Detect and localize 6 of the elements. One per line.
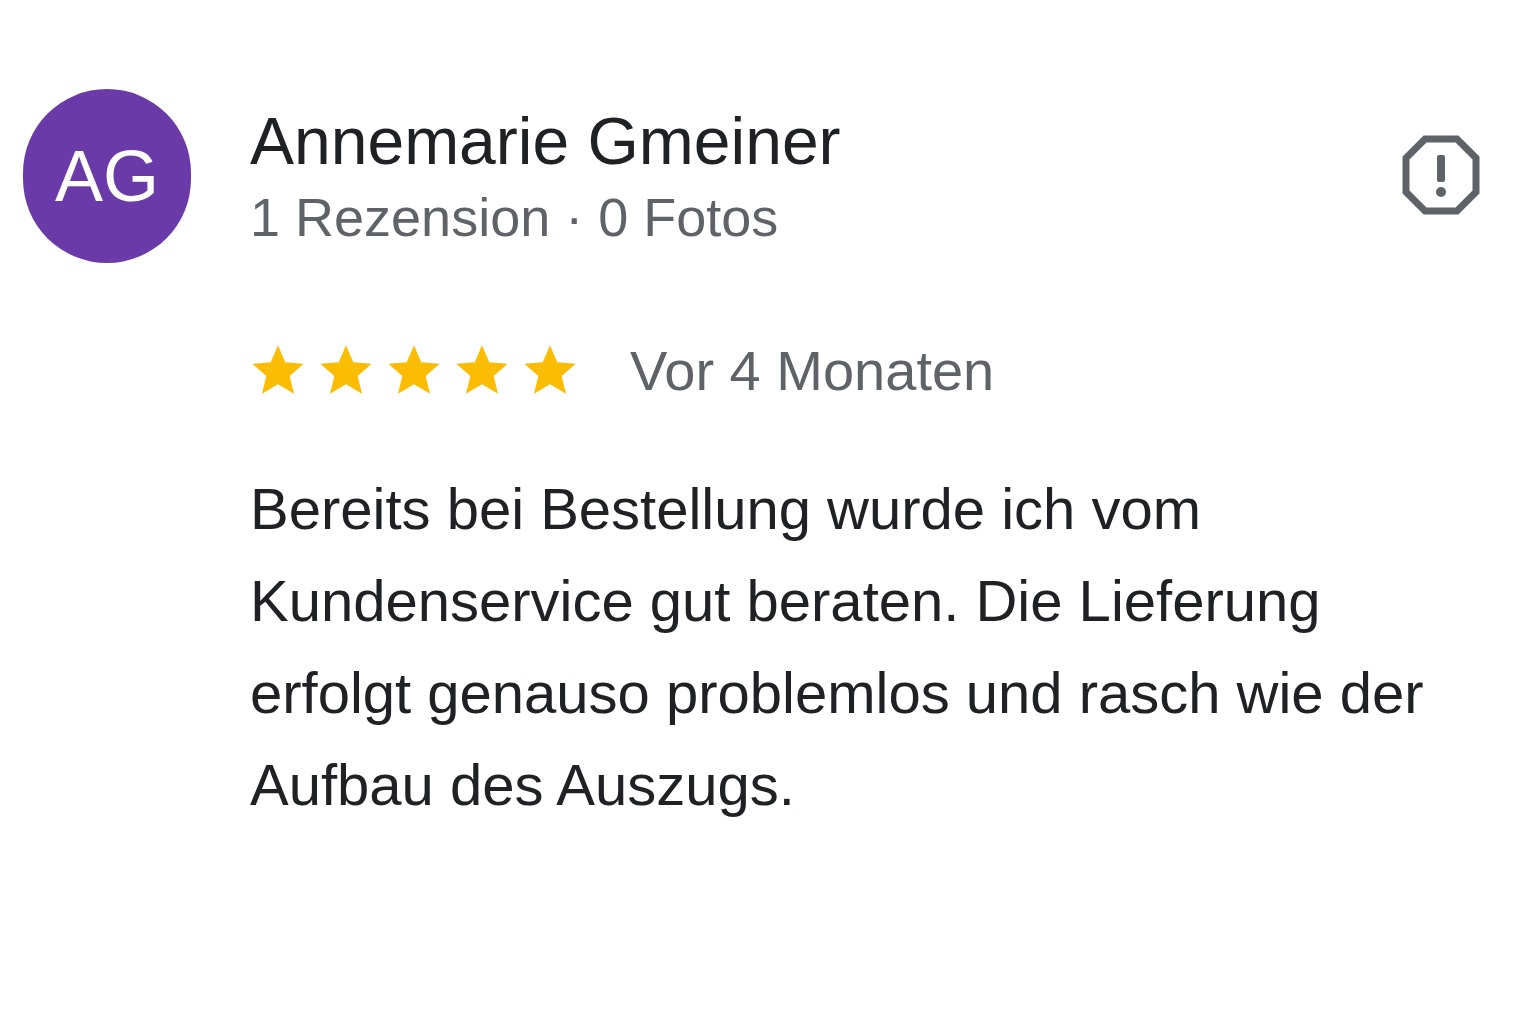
author-name[interactable]: Annemarie Gmeiner (250, 103, 841, 179)
review-text: Bereits bei Bestellung wurde ich vom Kundenservice gut beraten. Die Lieferung erfolgt genauso problemlos und rasch wie der Aufbau des Auszugs. (250, 475, 1425, 819)
report-icon[interactable] (1402, 135, 1480, 215)
avatar: AG (23, 89, 191, 263)
review-date: Vor 4 Monaten (630, 338, 995, 404)
review-count: 1 Rezension · 0 Fotos (250, 186, 780, 249)
